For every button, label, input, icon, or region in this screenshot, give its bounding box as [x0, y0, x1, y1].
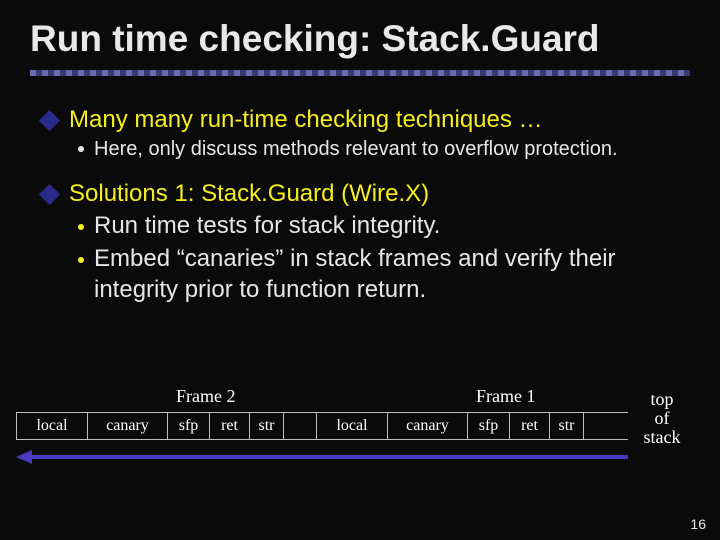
- cell-str: str: [550, 413, 584, 439]
- diamond-bullet-icon: [39, 110, 60, 131]
- top-of-stack-label: topofstack: [632, 390, 692, 447]
- cell-sfp: sfp: [468, 413, 510, 439]
- bullet-text: Solutions 1: Stack.Guard (Wire.X): [69, 180, 429, 208]
- diamond-bullet-icon: [39, 184, 60, 205]
- bullet-text: Run time tests for stack integrity.: [94, 210, 440, 241]
- cell-canary: canary: [388, 413, 468, 439]
- arrow-line-icon: [26, 455, 628, 459]
- page-number: 16: [690, 516, 706, 532]
- cell-local: local: [316, 413, 388, 439]
- cell-sfp: sfp: [168, 413, 210, 439]
- bullet-level2: Run time tests for stack integrity.: [78, 210, 680, 241]
- cell-canary: canary: [88, 413, 168, 439]
- frame-label-2: Frame 2: [176, 386, 235, 407]
- bullet-text: Embed “canaries” in stack frames and ver…: [94, 243, 680, 305]
- cell-str: str: [250, 413, 284, 439]
- stack-cells: local canary sfp ret str local canary sf…: [16, 412, 628, 440]
- dot-bullet-icon: [78, 257, 84, 263]
- cell-local: local: [16, 413, 88, 439]
- arrow-head-icon: [16, 450, 32, 464]
- slide-body: Many many run-time checking techniques ……: [0, 76, 720, 306]
- cell-ret: ret: [510, 413, 550, 439]
- slide-title: Run time checking: Stack.Guard: [0, 0, 720, 70]
- bullet-level1: Many many run-time checking techniques …: [40, 106, 680, 134]
- bullet-text: Here, only discuss methods relevant to o…: [94, 136, 618, 162]
- cell-ret: ret: [210, 413, 250, 439]
- bullet-block: Solutions 1: Stack.Guard (Wire.X) Run ti…: [40, 180, 680, 306]
- bullet-level2: Embed “canaries” in stack frames and ver…: [78, 243, 680, 305]
- bullet-level2: Here, only discuss methods relevant to o…: [78, 136, 680, 162]
- stack-arrow: [16, 450, 628, 464]
- cell-gap: [284, 413, 316, 439]
- dot-bullet-icon: [78, 224, 84, 230]
- bullet-level1: Solutions 1: Stack.Guard (Wire.X): [40, 180, 680, 208]
- frame-label-1: Frame 1: [476, 386, 535, 407]
- bullet-text: Many many run-time checking techniques …: [69, 106, 543, 134]
- dot-bullet-icon: [78, 146, 84, 152]
- stack-diagram: Frame 2 Frame 1 topofstack local canary …: [16, 386, 704, 486]
- slide: Run time checking: Stack.Guard Many many…: [0, 0, 720, 540]
